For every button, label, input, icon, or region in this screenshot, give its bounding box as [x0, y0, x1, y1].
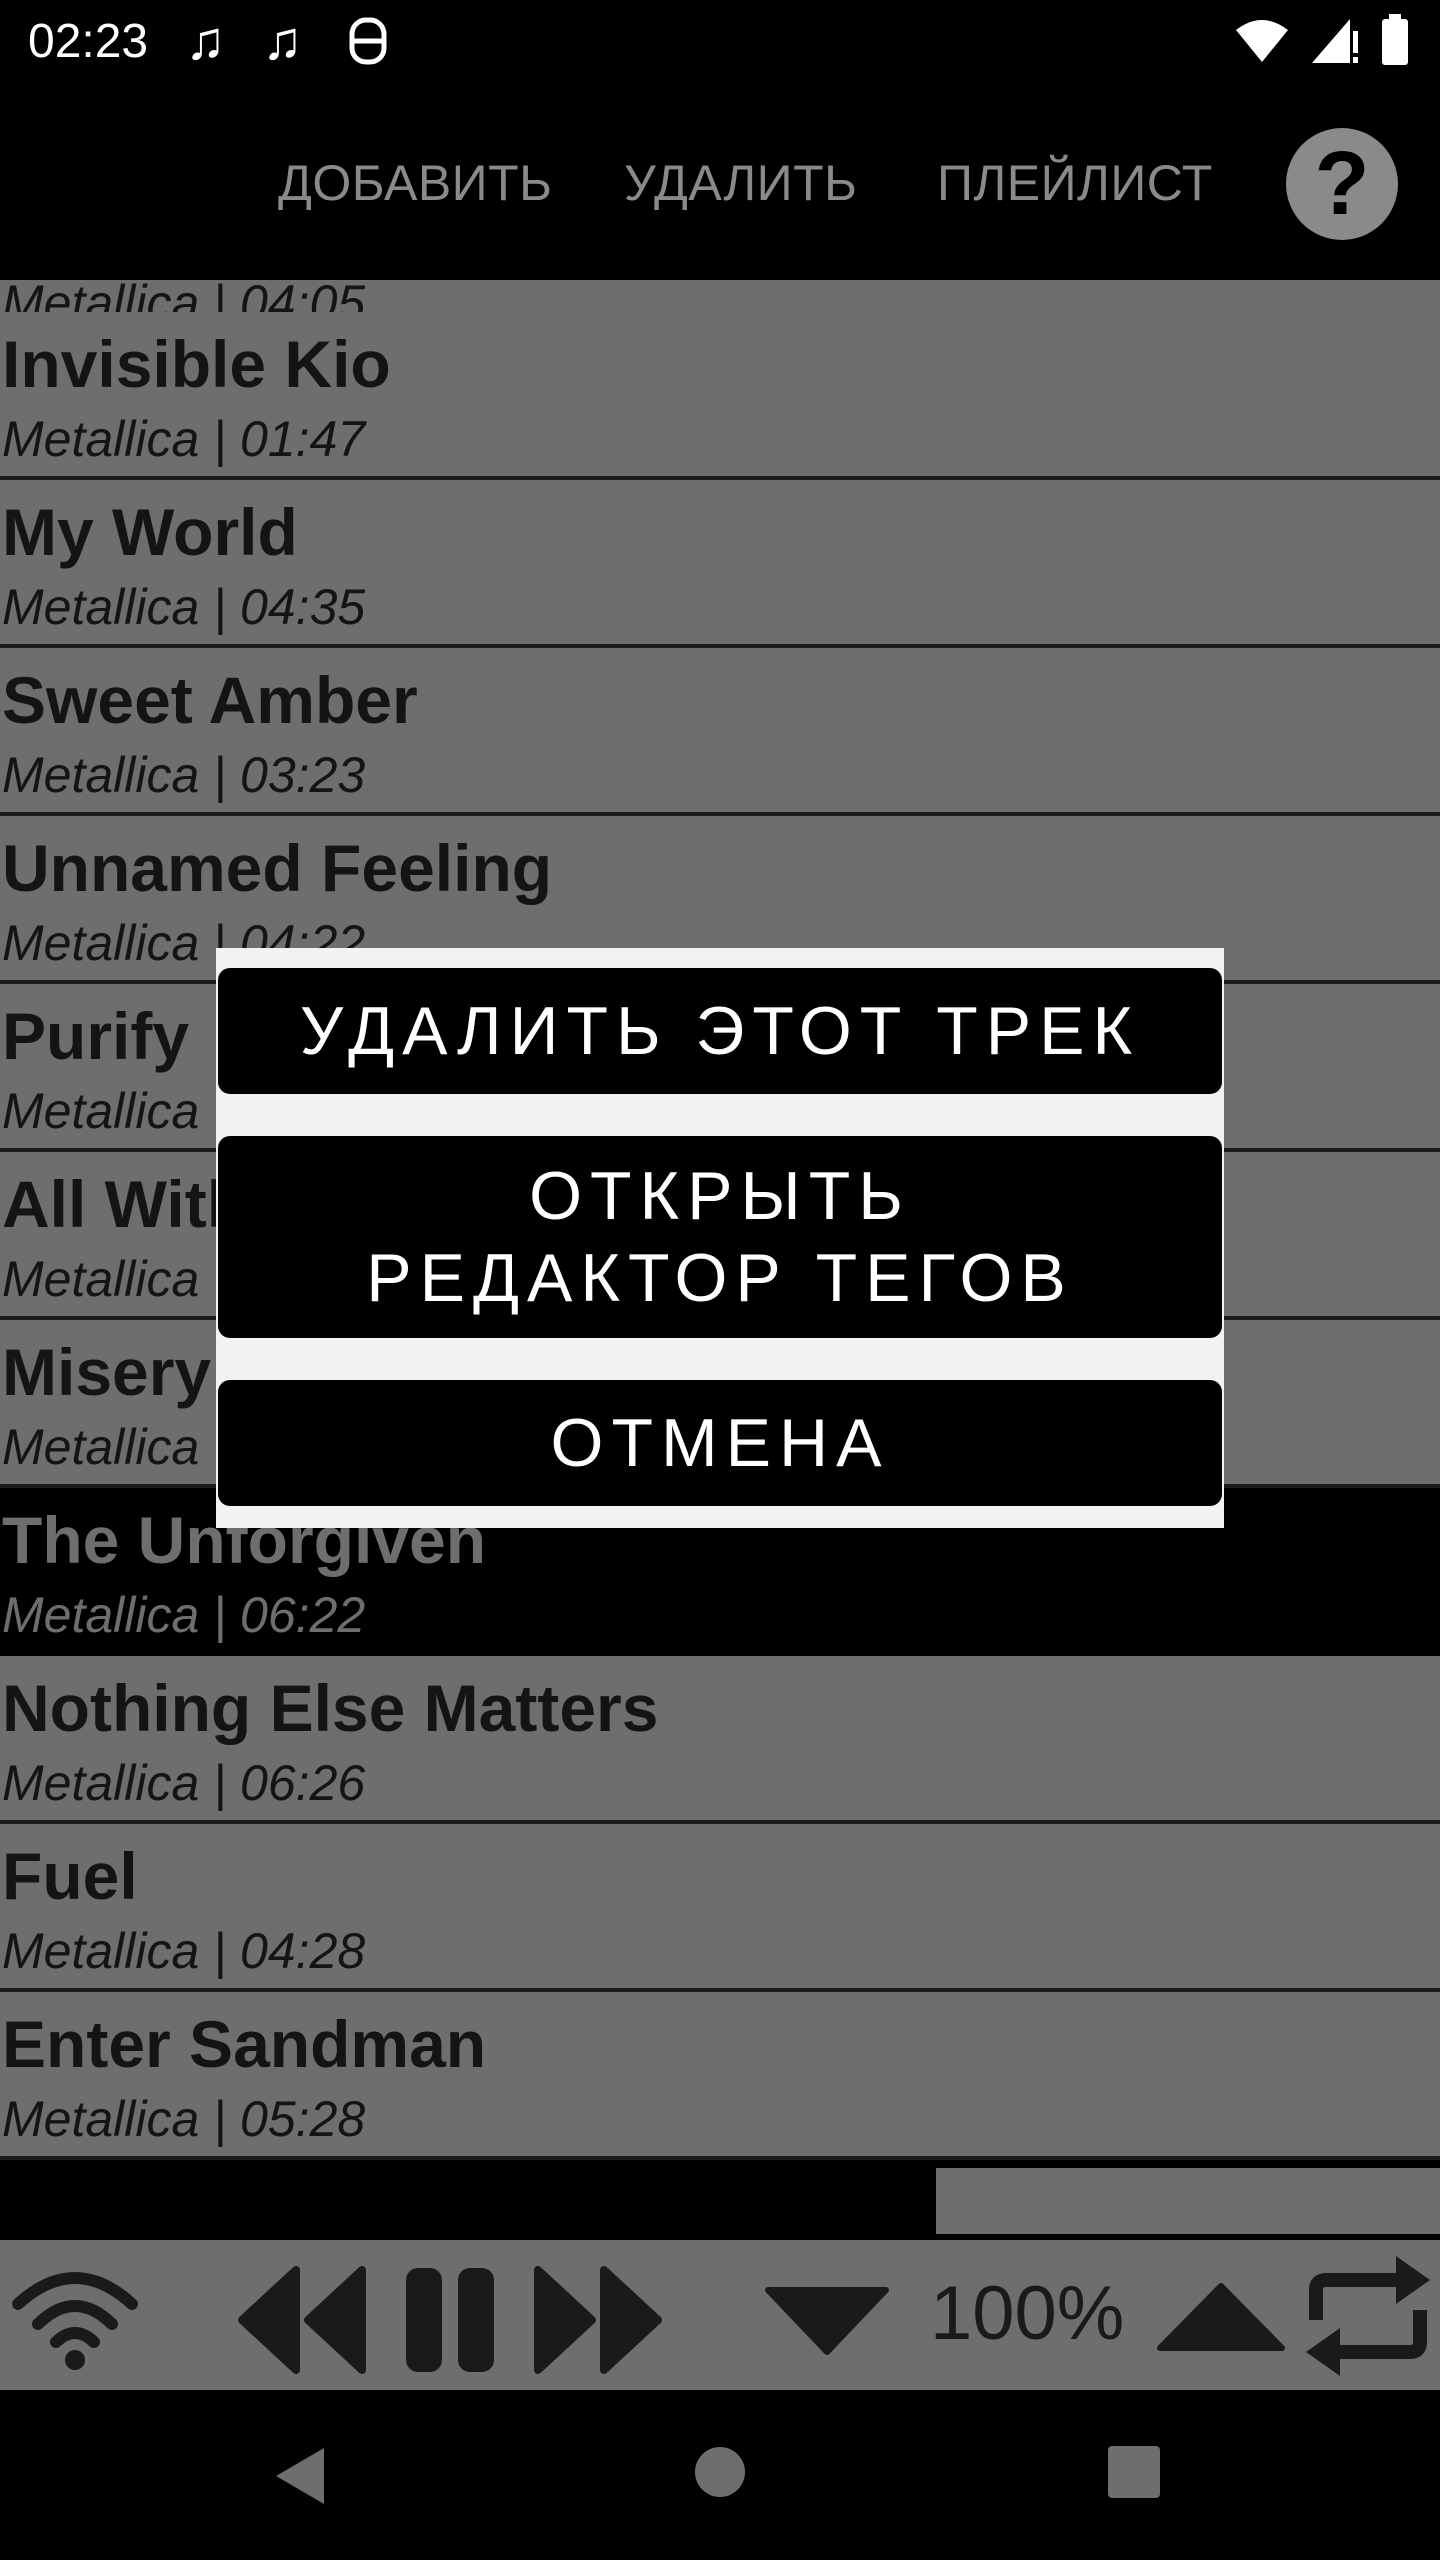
track-title: All With — [2, 1167, 248, 1241]
delete-button[interactable]: УДАЛИТЬ — [624, 154, 857, 212]
track-options-dialog: УДАЛИТЬ ЭТОТ ТРЕК ОТКРЫТЬ РЕДАКТОР ТЕГОВ… — [216, 948, 1224, 1528]
rewind-icon[interactable] — [236, 2264, 368, 2381]
wifi-icon — [1234, 16, 1290, 69]
android-icon — [348, 14, 388, 81]
home-icon[interactable] — [694, 2446, 746, 2503]
track-title: Misery — [2, 1335, 212, 1409]
track-title: Fuel — [2, 1839, 138, 1913]
track-subtitle: Metallica — [2, 1419, 200, 1475]
volume-down-icon[interactable] — [764, 2284, 890, 2361]
status-bar: 02:23 ♫ ♫ — [0, 0, 1440, 84]
track-subtitle: Metallica | 06:26 — [2, 1755, 366, 1811]
track-title: Sweet Amber — [2, 663, 418, 737]
volume-level: 100% — [930, 2271, 1125, 2356]
wifi-stream-icon[interactable] — [10, 2262, 140, 2377]
recents-icon[interactable] — [1108, 2446, 1160, 2503]
repeat-icon[interactable] — [1300, 2250, 1436, 2385]
seek-bar-fill — [936, 2168, 1440, 2234]
track-subtitle: Metallica | 04:28 — [2, 1923, 366, 1979]
seek-bar[interactable] — [0, 2160, 1440, 2240]
pause-icon[interactable] — [404, 2264, 496, 2381]
track-title: Purify — [2, 999, 190, 1073]
open-tag-editor-button[interactable]: ОТКРЫТЬ РЕДАКТОР ТЕГОВ — [218, 1136, 1222, 1338]
track-subtitle: Metallica — [2, 1083, 200, 1139]
music-note-icon: ♫ — [262, 11, 303, 71]
list-item[interactable]: Fuel Metallica | 04:28 — [0, 1824, 1440, 1992]
navigation-bar — [0, 2390, 1440, 2560]
playlist-button[interactable]: ПЛЕЙЛИСТ — [937, 154, 1213, 212]
status-time: 02:23 — [28, 15, 149, 68]
track-title: Invisible Kio — [2, 327, 391, 401]
list-item[interactable]: Enter Sandman Metallica | 05:28 — [0, 1992, 1440, 2160]
track-title: Enter Sandman — [2, 2007, 487, 2081]
delete-track-button[interactable]: УДАЛИТЬ ЭТОТ ТРЕК — [218, 968, 1222, 1094]
track-title: Nothing Else Matters — [2, 1671, 659, 1745]
cancel-button[interactable]: ОТМЕНА — [218, 1380, 1222, 1506]
list-item[interactable]: My World Metallica | 04:35 — [0, 480, 1440, 648]
list-item[interactable]: Nothing Else Matters Metallica | 06:26 — [0, 1656, 1440, 1824]
track-title: My World — [2, 495, 298, 569]
track-subtitle: Metallica | 04:35 — [2, 579, 366, 635]
list-item[interactable]: Invisible Kio Metallica | 01:47 — [0, 312, 1440, 480]
track-title: Unnamed Feeling — [2, 831, 553, 905]
fast-forward-icon[interactable] — [532, 2264, 664, 2381]
track-subtitle: Metallica | 05:28 — [2, 2091, 366, 2147]
volume-up-icon[interactable] — [1156, 2282, 1286, 2359]
player-controls: 100% — [0, 2240, 1440, 2390]
battery-icon — [1380, 13, 1410, 71]
help-button[interactable]: ? — [1286, 128, 1398, 240]
add-button[interactable]: ДОБАВИТЬ — [278, 154, 552, 212]
app-bar: ДОБАВИТЬ УДАЛИТЬ ПЛЕЙЛИСТ ? — [0, 84, 1440, 280]
track-subtitle: Metallica | 03:23 — [2, 747, 366, 803]
track-subtitle: Metallica — [2, 1251, 200, 1307]
status-icons — [1234, 13, 1410, 71]
music-note-icon: ♫ — [185, 11, 226, 71]
signal-icon — [1310, 15, 1360, 70]
list-item[interactable]: Sweet Amber Metallica | 03:23 — [0, 648, 1440, 816]
track-subtitle: Metallica | 06:22 — [2, 1587, 366, 1643]
back-icon[interactable] — [272, 2444, 328, 2513]
track-subtitle: Metallica | 01:47 — [2, 411, 366, 467]
